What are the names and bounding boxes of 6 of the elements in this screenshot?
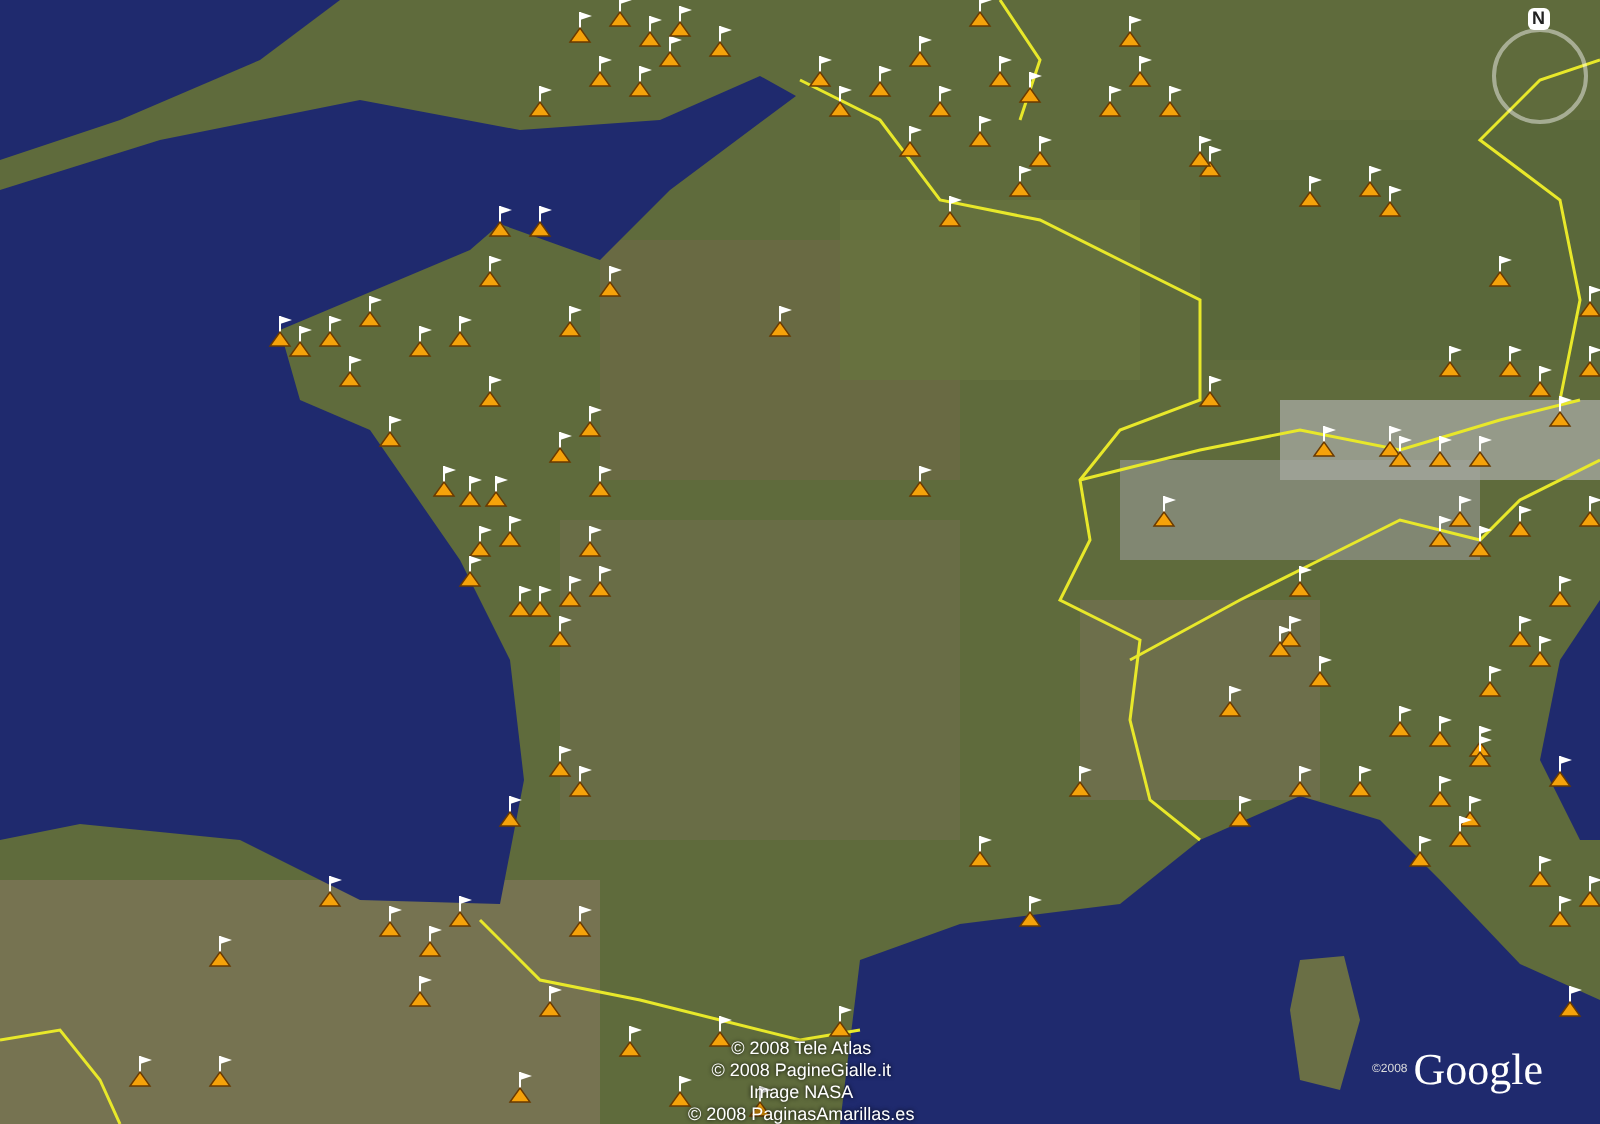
attribution-text: © 2008 PagineGialle.it xyxy=(711,1060,891,1082)
attribution-text: © 2008 PaginasAmarillas.es xyxy=(688,1104,915,1124)
satellite-map-drawing[interactable] xyxy=(0,0,1600,1124)
attribution-text: © 2008 Tele Atlas xyxy=(731,1038,872,1060)
logo-wordmark: Google xyxy=(1413,1044,1544,1096)
north-label: N xyxy=(1528,8,1549,30)
